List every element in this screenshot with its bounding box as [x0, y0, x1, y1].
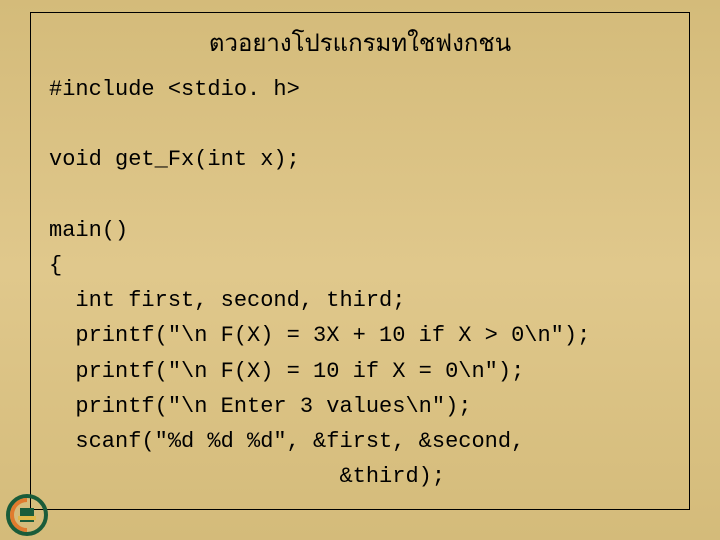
- code-block: #include <stdio. h> void get_Fx(int x); …: [49, 72, 671, 494]
- code-line: void get_Fx(int x);: [49, 147, 300, 172]
- code-line: &third);: [49, 464, 445, 489]
- code-line: #include <stdio. h>: [49, 77, 300, 102]
- code-line: printf("\n F(X) = 10 if X = 0\n");: [49, 359, 524, 384]
- code-line: printf("\n Enter 3 values\n");: [49, 394, 471, 419]
- logo-icon: [6, 494, 48, 536]
- content-frame: ตวอยางโปรแกรมทใชฟงกชน #include <stdio. h…: [30, 12, 690, 510]
- code-line: scanf("%d %d %d", &first, &second,: [49, 429, 524, 454]
- code-line: printf("\n F(X) = 3X + 10 if X > 0\n");: [49, 323, 590, 348]
- code-line: main(): [49, 218, 128, 243]
- code-line: {: [49, 253, 62, 278]
- slide-title: ตวอยางโปรแกรมทใชฟงกชน: [49, 23, 671, 62]
- code-line: int first, second, third;: [49, 288, 405, 313]
